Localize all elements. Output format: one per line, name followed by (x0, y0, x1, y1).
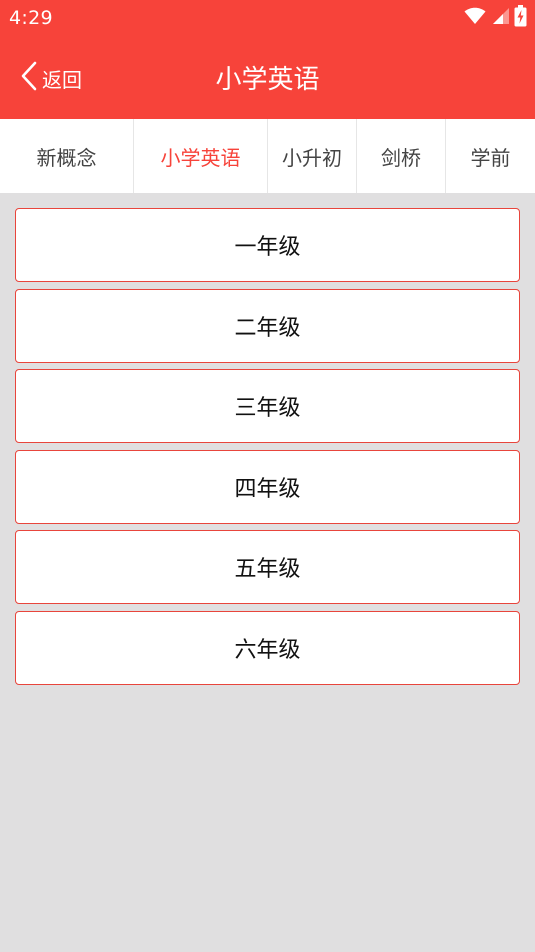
tab-new-concept[interactable]: 新概念 (0, 119, 134, 193)
tab-primary-english[interactable]: 小学英语 (134, 119, 268, 193)
back-label: 返回 (42, 67, 82, 92)
grade-item-2[interactable]: 二年级 (15, 288, 520, 363)
tab-preschool[interactable]: 学前 (446, 119, 535, 193)
back-button[interactable]: 返回 (20, 61, 82, 95)
grade-item-5[interactable]: 五年级 (15, 530, 520, 604)
battery-charging-icon (514, 5, 527, 31)
grade-item-1[interactable]: 一年级 (15, 208, 520, 282)
grade-item-6[interactable]: 六年级 (15, 610, 520, 685)
grade-item-3[interactable]: 三年级 (15, 369, 520, 443)
category-tab-bar: 新概念 小学英语 小升初 剑桥 学前 (0, 119, 535, 193)
cellular-signal-icon (490, 7, 510, 29)
status-icons (464, 5, 527, 31)
status-bar: 4:29 (0, 0, 535, 37)
wifi-icon (464, 7, 486, 29)
grade-item-4[interactable]: 四年级 (15, 449, 520, 524)
app-bar: 返回 小学英语 (0, 37, 535, 119)
grade-list: 一年级 二年级 三年级 四年级 五年级 六年级 (15, 208, 520, 691)
chevron-left-icon (20, 61, 38, 95)
tab-cambridge[interactable]: 剑桥 (357, 119, 446, 193)
tab-primary-to-middle[interactable]: 小升初 (268, 119, 357, 193)
status-time: 4:29 (9, 7, 53, 29)
